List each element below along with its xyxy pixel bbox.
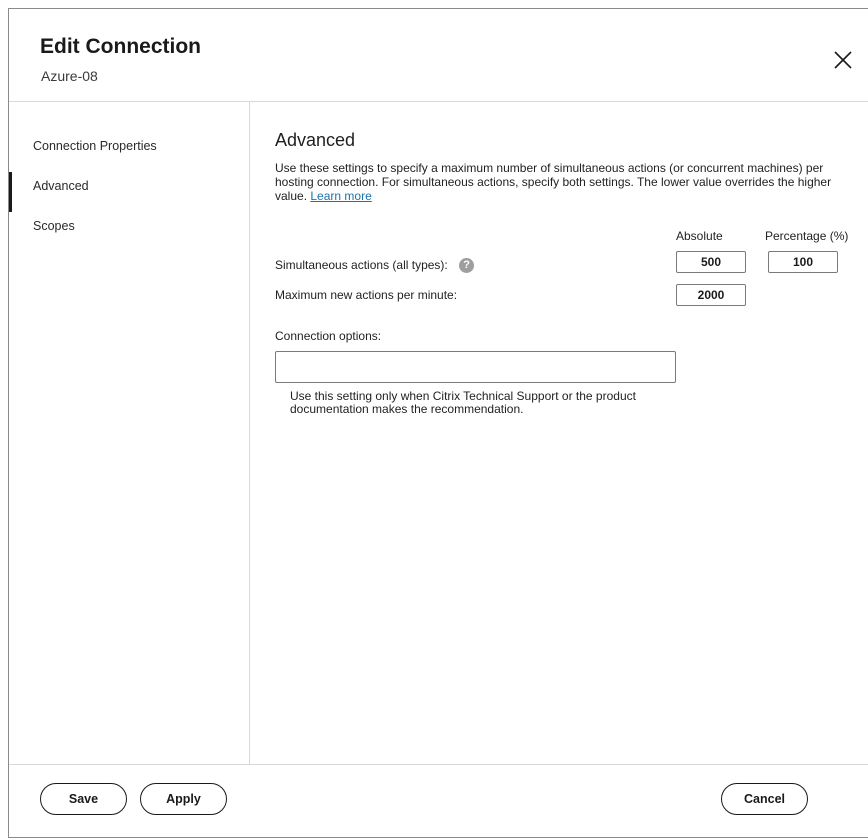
simultaneous-percentage-input[interactable] (768, 251, 838, 273)
edit-connection-dialog: Edit Connection Azure-08 Connection Prop… (8, 8, 868, 838)
sidebar-item-label: Scopes (33, 219, 75, 233)
max-new-actions-absolute-input[interactable] (676, 284, 746, 306)
connection-options-input[interactable] (275, 351, 676, 383)
simultaneous-actions-text: Simultaneous actions (all types): (275, 258, 448, 272)
dialog-header: Edit Connection Azure-08 (9, 9, 868, 102)
apply-button[interactable]: Apply (140, 783, 227, 815)
sidebar-item-label: Connection Properties (33, 139, 157, 153)
learn-more-link[interactable]: Learn more (310, 189, 371, 203)
connection-options-label: Connection options: (275, 329, 382, 343)
absolute-column-header: Absolute (676, 229, 723, 243)
connection-options-hint: Use this setting only when Citrix Techni… (290, 389, 636, 416)
simultaneous-absolute-input[interactable] (676, 251, 746, 273)
max-new-actions-label: Maximum new actions per minute: (275, 288, 458, 302)
simultaneous-actions-label: Simultaneous actions (all types): ? (275, 258, 475, 274)
cancel-button[interactable]: Cancel (721, 783, 808, 815)
close-button[interactable] (831, 48, 855, 72)
save-button[interactable]: Save (40, 783, 127, 815)
sidebar-nav: Connection Properties Advanced Scopes (9, 102, 250, 764)
sidebar-item-scopes[interactable]: Scopes (9, 208, 248, 244)
close-icon (834, 51, 852, 69)
percentage-column-header: Percentage (%) (765, 229, 849, 243)
dialog-subtitle: Azure-08 (41, 68, 98, 84)
section-description: Use these settings to specify a maximum … (275, 161, 865, 203)
sidebar-item-advanced[interactable]: Advanced (9, 168, 248, 212)
help-icon[interactable]: ? (459, 258, 475, 274)
sidebar-item-connection-properties[interactable]: Connection Properties (9, 128, 248, 164)
section-title: Advanced (275, 130, 356, 150)
dialog-footer: Save Apply Cancel (9, 764, 868, 835)
sidebar-item-label: Advanced (33, 179, 89, 193)
dialog-title: Edit Connection (40, 35, 201, 58)
